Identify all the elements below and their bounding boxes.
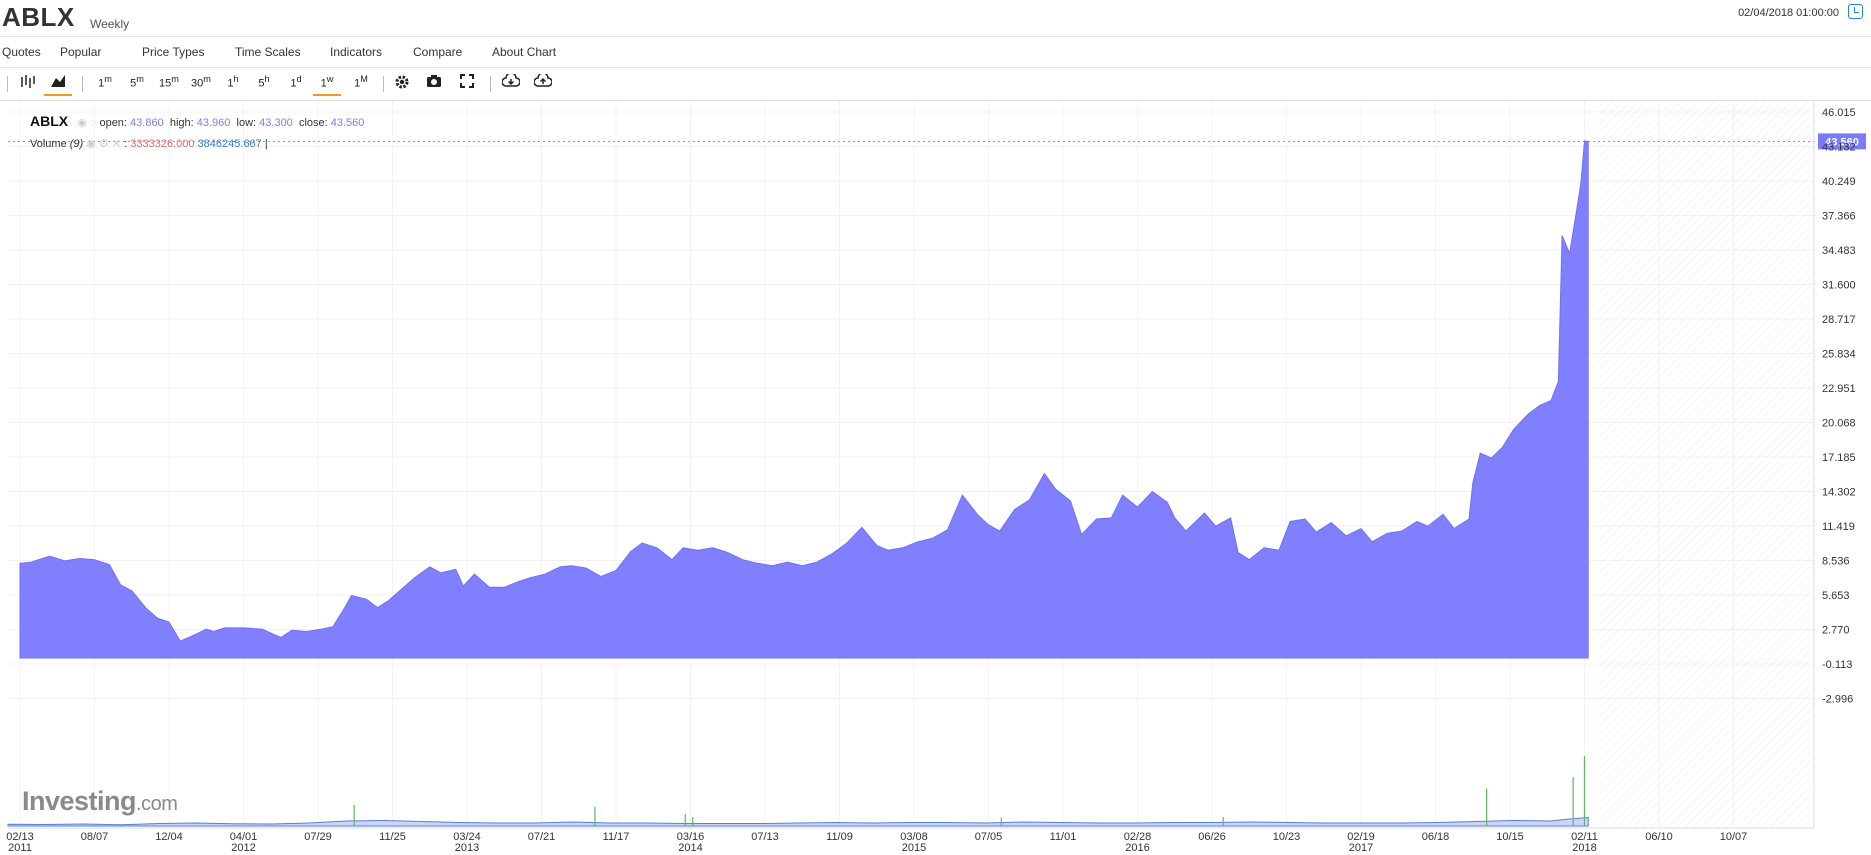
y-tick-label: 5.653	[1822, 590, 1850, 602]
legend-high: 43.960	[196, 117, 231, 129]
x-tick-label: 10/23	[1273, 831, 1301, 843]
x-tick-label: 11/25	[379, 831, 406, 843]
settings-icon: ◉ ⚙ ✕	[86, 138, 122, 150]
y-tick-label: 11.419	[1822, 521, 1855, 533]
x-tick-year: 2016	[1125, 842, 1149, 854]
x-tick-label: 07/29	[304, 831, 332, 843]
y-tick-label: 43.132	[1822, 142, 1856, 154]
x-tick-label: 06/10	[1645, 831, 1673, 843]
x-tick-year: 2018	[1572, 842, 1596, 854]
y-tick-label: 20.068	[1822, 418, 1856, 430]
volume-legend: Volume (9) ◉ ⚙ ✕ : 3333326.000 3846245.6…	[30, 137, 268, 150]
x-axis: 02/13201108/07 12/04 04/01201207/29 11/25 03…	[6, 831, 1747, 854]
volume-sep: :	[124, 138, 128, 150]
legend-symbol: ABLX	[30, 113, 69, 129]
y-tick-label: 14.302	[1822, 487, 1856, 499]
volume-end: |	[264, 138, 268, 150]
volume-area	[7, 816, 1589, 827]
investing-logo: Investing.com	[22, 786, 178, 816]
x-tick-label: 07/21	[528, 831, 556, 843]
x-tick-year: 2017	[1349, 842, 1373, 854]
legend-close: 43.560	[330, 117, 365, 129]
volume-label: Volume	[30, 138, 67, 150]
y-tick-label: 28.717	[1822, 314, 1856, 326]
y-tick-label: 34.483	[1822, 245, 1856, 257]
y-tick-label: -0.113	[1822, 659, 1852, 671]
legend-low-label: low:	[236, 117, 257, 129]
price-area-series	[19, 140, 1589, 659]
y-tick-label: 40.249	[1822, 176, 1856, 188]
x-tick-label: 08/07	[81, 831, 109, 843]
y-tick-label: -2.996	[1822, 694, 1853, 706]
future-zone	[1597, 101, 1814, 828]
legend-open: 43.860	[130, 117, 164, 129]
y-tick-label: 46.015	[1822, 107, 1856, 119]
x-tick-label: 06/18	[1422, 831, 1450, 843]
x-tick-label: 11/01	[1050, 831, 1077, 843]
x-tick-label: 10/07	[1720, 831, 1748, 843]
x-tick-year: 2014	[678, 842, 702, 854]
legend-close-label: close:	[298, 117, 328, 129]
x-tick-year: 2013	[455, 842, 479, 854]
x-tick-label: 10/15	[1496, 831, 1524, 843]
x-tick-label: 06/26	[1198, 831, 1226, 843]
y-axis: 46.015 43.132 40.249 37.366 34.483 31.600 28.7…	[1822, 107, 1856, 706]
x-tick-label: 07/05	[975, 831, 1003, 843]
volume-value-1: 3333326.000	[130, 138, 195, 150]
y-tick-label: 8.536	[1822, 556, 1850, 568]
y-tick-label: 2.770	[1822, 625, 1850, 637]
legend-open-label: open:	[99, 117, 127, 129]
volume-period: (9)	[69, 138, 84, 150]
price-legend: ABLX ◉ ◌ open: 43.860 high: 43.960 low: …	[30, 113, 364, 129]
legend-high-label: high:	[169, 117, 194, 129]
volume-value-2: 3846245.667	[197, 138, 262, 150]
x-tick-label: 07/13	[751, 831, 779, 843]
y-tick-label: 37.366	[1822, 211, 1856, 223]
y-tick-label: 31.600	[1822, 280, 1856, 292]
volume-pane	[7, 756, 1589, 827]
eye-icon: ◉ ◌	[77, 117, 97, 129]
x-tick-label: 11/17	[603, 831, 630, 843]
y-tick-label: 22.951	[1822, 383, 1856, 395]
x-tick-label: 12/04	[155, 831, 183, 843]
x-tick-year: 2012	[231, 842, 255, 854]
x-tick-label: 11/09	[826, 831, 853, 843]
legend-low: 43.300	[259, 117, 293, 129]
x-tick-year: 2011	[8, 842, 32, 854]
y-tick-label: 17.185	[1822, 452, 1856, 464]
price-area: 43.560	[8, 133, 1866, 659]
x-tick-year: 2015	[902, 842, 926, 854]
y-tick-label: 25.834	[1822, 349, 1856, 361]
